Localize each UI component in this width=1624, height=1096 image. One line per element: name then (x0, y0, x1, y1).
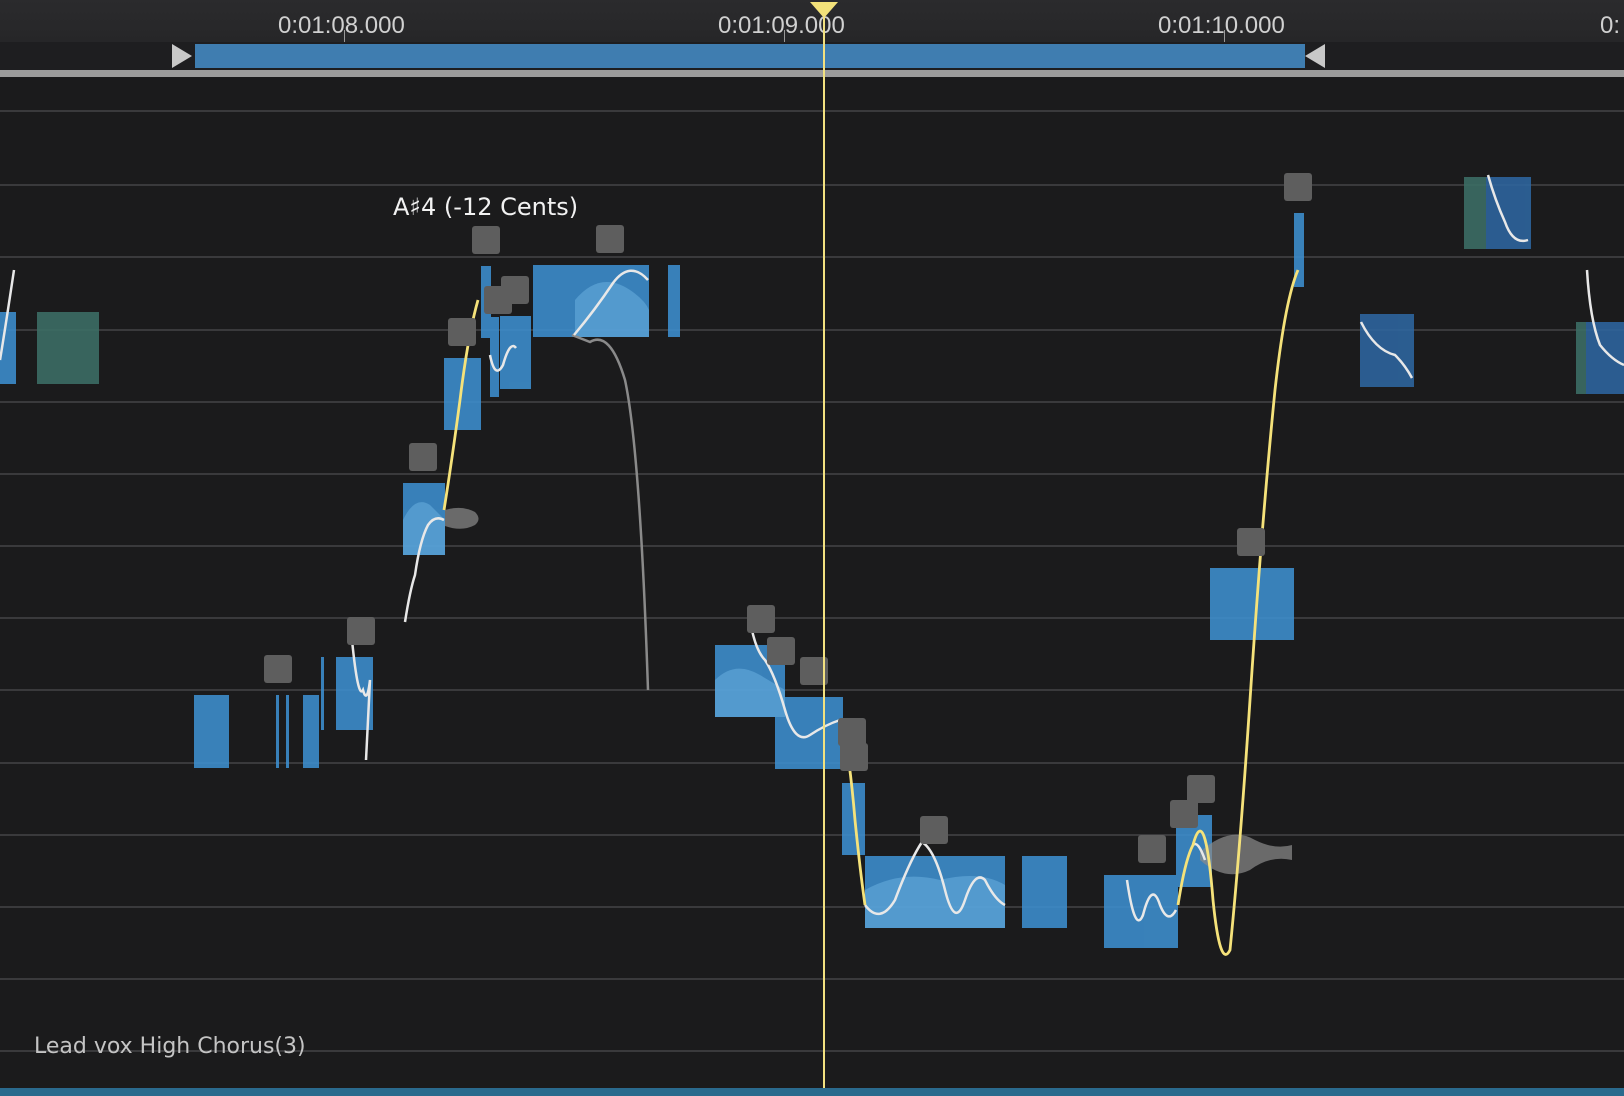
note-handle[interactable] (838, 718, 866, 746)
loop-end-marker-icon[interactable] (1305, 44, 1325, 68)
timecode-label-4: 0: (1600, 12, 1621, 39)
note-handle[interactable] (1187, 775, 1215, 803)
note-blob[interactable] (321, 657, 324, 730)
sibilance-blob (1200, 834, 1292, 875)
loop-start-marker-icon[interactable] (172, 44, 192, 68)
sibilance-blob (445, 507, 479, 529)
note-handle[interactable] (1138, 835, 1166, 863)
ruler-divider[interactable] (0, 70, 1624, 77)
note-handle[interactable] (347, 617, 375, 645)
playhead-line[interactable] (823, 14, 825, 1096)
timecode-label-1: 0:01:08.000 (278, 12, 405, 39)
note-handle[interactable] (501, 276, 529, 304)
note-blob[interactable] (276, 695, 279, 768)
note-blob[interactable] (500, 316, 531, 389)
note-blob[interactable] (286, 695, 289, 768)
note-handle[interactable] (747, 605, 775, 633)
timecode-label-3: 0:01:10.000 (1158, 12, 1285, 39)
note-handle[interactable] (1170, 800, 1198, 828)
note-handle[interactable] (1284, 173, 1312, 201)
tick-mark (344, 30, 345, 42)
note-blob[interactable] (1360, 314, 1414, 387)
note-blob[interactable] (1022, 856, 1067, 928)
note-blob[interactable] (668, 265, 680, 337)
note-waveform (865, 876, 1005, 928)
note-blobs[interactable] (0, 177, 1624, 948)
note-pitch-tooltip: A♯4 (-12 Cents) (393, 193, 579, 221)
note-handle[interactable] (1237, 528, 1265, 556)
note-handle[interactable] (920, 816, 948, 844)
note-blob[interactable] (1104, 875, 1178, 948)
track-name-label: Lead vox High Chorus(3) (34, 1034, 306, 1059)
note-handle[interactable] (767, 637, 795, 665)
note-blob[interactable] (194, 695, 229, 768)
note-handle[interactable] (840, 743, 868, 771)
note-blob-muted[interactable] (1464, 177, 1486, 249)
note-blob-muted[interactable] (37, 312, 99, 384)
pitch-grid-lines (0, 110, 1624, 1052)
note-blob-muted[interactable] (1576, 322, 1586, 394)
inactive-pitch-curve (571, 333, 650, 691)
loop-range-bar[interactable] (195, 44, 1305, 68)
pitch-curves (0, 174, 1624, 922)
note-handle[interactable] (409, 443, 437, 471)
selected-pitch-curves (442, 269, 1300, 956)
note-blob[interactable] (303, 695, 319, 768)
note-handle[interactable] (264, 655, 292, 683)
note-blob[interactable] (1210, 568, 1294, 640)
pitch-editor-window: 0:01:08.000 0:01:09.000 0:01:10.000 0: A… (0, 0, 1624, 1096)
note-blob[interactable] (444, 358, 481, 430)
note-handle[interactable] (448, 318, 476, 346)
tick-mark (1224, 30, 1225, 42)
tick-mark (784, 30, 785, 42)
note-handle[interactable] (596, 225, 624, 253)
note-grid-canvas[interactable] (0, 78, 1624, 1096)
note-handle[interactable] (472, 226, 500, 254)
sibilance-blobs (445, 507, 1292, 875)
window-bottom-edge (0, 1088, 1624, 1096)
